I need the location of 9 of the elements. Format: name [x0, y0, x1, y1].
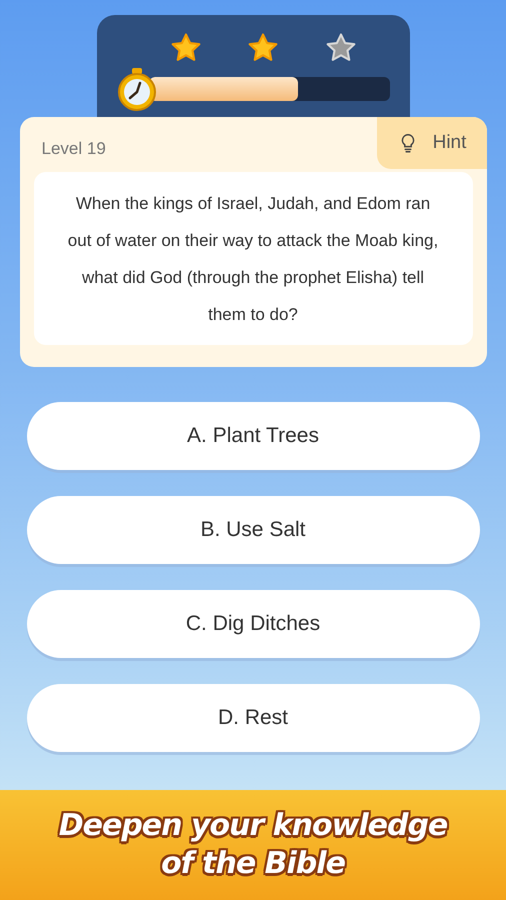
answer-option[interactable]: A. Plant Trees — [26, 402, 480, 470]
question-text: When the kings of Israel, Judah, and Edom ran out of water on their way to attack the Moab king, what did God (through the prophet Elisha) tell them to do? — [66, 192, 440, 326]
banner-slogan: Deepen your knowledge of the Bible — [58, 807, 448, 883]
hint-button[interactable]: Hint — [376, 117, 486, 169]
level-label: Level 19 — [42, 139, 106, 159]
answer-option[interactable]: D. Rest — [26, 684, 480, 752]
answer-option[interactable]: C. Dig Ditches — [26, 590, 480, 658]
stopwatch-icon — [116, 67, 156, 111]
answer-option[interactable]: B. Use Salt — [26, 496, 480, 564]
